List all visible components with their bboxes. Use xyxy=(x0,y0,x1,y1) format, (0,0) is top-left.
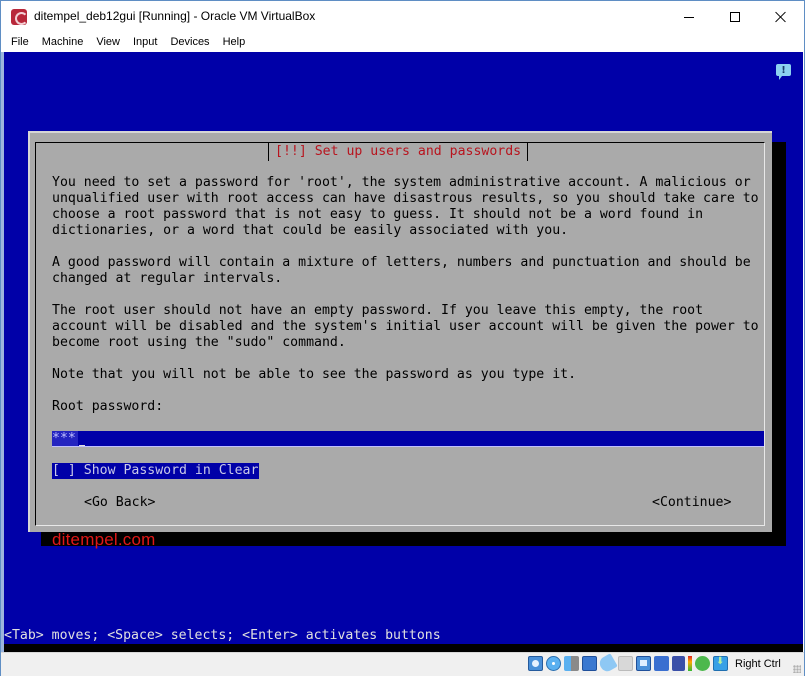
maximize-button[interactable] xyxy=(712,1,758,32)
vm-bottom-border xyxy=(4,644,803,652)
dialog-frame: [!!] Set up users and passwords You need… xyxy=(35,142,765,526)
continue-button[interactable]: <Continue> xyxy=(652,495,731,511)
go-back-button[interactable]: <Go Back> xyxy=(84,495,155,511)
close-button[interactable] xyxy=(758,1,804,32)
menu-input[interactable]: Input xyxy=(133,32,157,52)
display-icon[interactable] xyxy=(636,656,651,671)
window-title: ditempel_deb12gui [Running] - Oracle VM … xyxy=(34,9,316,23)
menu-view[interactable]: View xyxy=(96,32,120,52)
minimize-button[interactable] xyxy=(666,1,712,32)
paragraph-note: Note that you will not be able to see th… xyxy=(52,367,577,382)
mouse-integration-icon[interactable] xyxy=(695,656,710,671)
watermark: ditempel.com xyxy=(52,530,156,549)
installer-dialog: [!!] Set up users and passwords You need… xyxy=(28,131,772,532)
shared-folders-icon[interactable] xyxy=(618,656,633,671)
network-icon[interactable] xyxy=(582,656,597,671)
text-cursor xyxy=(79,431,85,446)
minimize-icon xyxy=(684,17,694,18)
root-password-label: Root password: xyxy=(52,399,164,414)
show-password-checkbox[interactable]: [ ] Show Password in Clear xyxy=(52,463,260,479)
cpu-meter-icon xyxy=(688,656,692,671)
vm-screen[interactable]: ! [!!] Set up users and passwords You ne… xyxy=(4,52,803,652)
paragraph-good-password: A good password will contain a mixture o… xyxy=(52,255,751,286)
menu-help[interactable]: Help xyxy=(223,32,246,52)
usb-icon[interactable] xyxy=(597,653,618,674)
debian-swirl-icon xyxy=(11,9,27,25)
menu-devices[interactable]: Devices xyxy=(170,32,209,52)
vt-x-icon xyxy=(672,656,685,671)
password-mask: *** xyxy=(52,431,78,446)
keyboard-capture-icon[interactable] xyxy=(713,656,728,671)
menu-bar: File Machine View Input Devices Help xyxy=(1,32,804,52)
close-icon xyxy=(775,11,787,23)
menu-machine[interactable]: Machine xyxy=(42,32,84,52)
root-password-input[interactable]: *** xyxy=(52,431,764,447)
title-bar[interactable]: ditempel_deb12gui [Running] - Oracle VM … xyxy=(1,1,804,32)
keyboard-help-line: <Tab> moves; <Space> selects; <Enter> ac… xyxy=(4,628,803,644)
paragraph-empty-password: The root user should not have an empty p… xyxy=(52,303,759,350)
hard-disk-icon[interactable] xyxy=(528,656,543,671)
host-key-label[interactable]: Right Ctrl xyxy=(735,658,781,670)
dialog-title: [!!] Set up users and passwords xyxy=(268,143,529,161)
status-bar: Right Ctrl xyxy=(1,652,804,676)
maximize-icon xyxy=(730,11,740,22)
paragraph-root-intro: You need to set a password for 'root', t… xyxy=(52,175,759,238)
menu-file[interactable]: File xyxy=(11,32,29,52)
virtualbox-window: ditempel_deb12gui [Running] - Oracle VM … xyxy=(0,0,805,676)
notification-icon[interactable]: ! xyxy=(776,64,791,80)
status-icons: Right Ctrl xyxy=(528,653,781,674)
resize-grip-icon[interactable] xyxy=(793,665,801,673)
video-capture-icon[interactable] xyxy=(654,656,669,671)
optical-drive-icon[interactable] xyxy=(546,656,561,671)
audio-icon[interactable] xyxy=(564,656,579,671)
